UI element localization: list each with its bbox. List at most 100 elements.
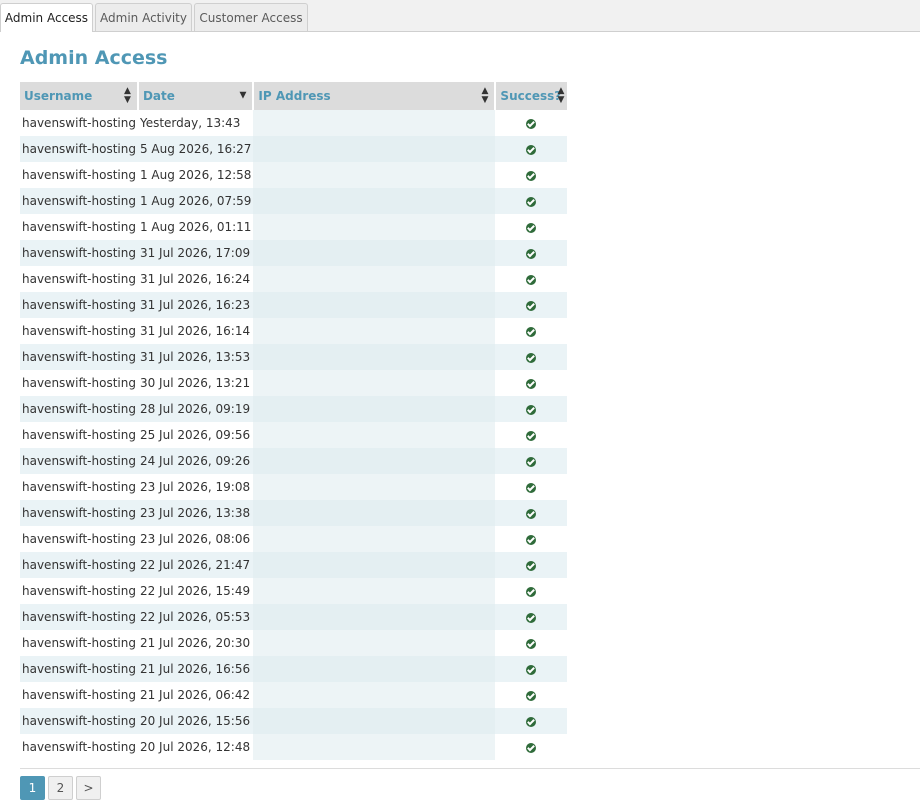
column-header-username[interactable]: Username ▲ ▼ [20, 82, 138, 110]
check-circle-icon [526, 716, 537, 727]
username-cell: havenswift-hosting [20, 448, 138, 474]
check-circle-icon [526, 586, 537, 597]
ip-address-cell-redacted [253, 474, 496, 500]
ip-address-cell-redacted [253, 526, 496, 552]
tab-customer-access[interactable]: Customer Access [194, 3, 308, 31]
ip-address-cell-redacted [253, 344, 496, 370]
username-cell: havenswift-hosting [20, 136, 138, 162]
tab-bar: Admin Access Admin Activity Customer Acc… [0, 0, 920, 32]
date-cell: 22 Jul 2026, 05:53 [137, 604, 254, 630]
username-cell: havenswift-hosting [20, 240, 138, 266]
username-cell: havenswift-hosting [22, 168, 136, 182]
username-cell: havenswift-hosting [22, 376, 136, 390]
success-cell [495, 682, 567, 708]
pagination: 1 2 > [20, 776, 101, 800]
username-cell: havenswift-hosting [20, 396, 138, 422]
ip-address-cell-redacted [253, 578, 496, 604]
date-cell: 25 Jul 2026, 09:56 [139, 428, 251, 442]
username-cell: havenswift-hosting [22, 480, 136, 494]
username-cell: havenswift-hosting [20, 604, 138, 630]
success-cell [495, 292, 568, 318]
username-cell: havenswift-hosting [20, 500, 138, 526]
check-circle-icon [526, 560, 537, 571]
username-cell: havenswift-hosting [20, 552, 138, 578]
ip-address-cell-redacted [253, 110, 496, 136]
check-circle-icon [526, 196, 537, 207]
success-cell [495, 526, 567, 552]
table-row: havenswift-hosting 21 Jul 2026, 16:56 [20, 656, 568, 682]
ip-address-cell-redacted [253, 396, 496, 422]
table-row: havenswift-hosting 22 Jul 2026, 05:53 [20, 604, 568, 630]
check-circle-icon [526, 300, 537, 311]
check-circle-icon [526, 144, 537, 155]
sort-icon: ▲ ▼ [481, 86, 489, 105]
column-header-success[interactable]: Success? ▲ ▼ [494, 82, 568, 110]
table-row: havenswift-hosting 23 Jul 2026, 19:08 [20, 474, 567, 500]
date-cell: 20 Jul 2026, 12:48 [139, 740, 251, 754]
check-circle-icon [526, 508, 537, 519]
column-header-label: Success? [500, 89, 562, 103]
date-cell: 31 Jul 2026, 13:53 [137, 344, 254, 370]
ip-address-cell-redacted [253, 500, 496, 526]
tab-label: Customer Access [199, 10, 303, 25]
column-header-date[interactable]: Date ▼ [136, 82, 254, 110]
sort-desc-icon: ▼ [239, 90, 247, 101]
table-row: havenswift-hosting 23 Jul 2026, 13:38 [20, 500, 568, 526]
check-circle-icon [526, 430, 537, 441]
table-row: havenswift-hosting 20 Jul 2026, 12:48 [20, 734, 567, 760]
table-header-row: Username ▲ ▼ Date ▼ IP Address ▲ ▼ Success… [20, 82, 568, 110]
date-cell: 1 Aug 2026, 12:58 [139, 168, 252, 182]
table-row: havenswift-hosting 31 Jul 2026, 16:14 [20, 318, 567, 344]
table-row: havenswift-hosting 22 Jul 2026, 15:49 [20, 578, 567, 604]
username-cell: havenswift-hosting [22, 636, 136, 650]
check-circle-icon [526, 352, 537, 363]
username-cell: havenswift-hosting [22, 428, 136, 442]
tab-admin-activity[interactable]: Admin Activity [95, 3, 192, 31]
username-cell: havenswift-hosting [20, 344, 138, 370]
success-cell [495, 474, 567, 500]
page-button-1[interactable]: 1 [20, 776, 45, 800]
date-cell: 23 Jul 2026, 08:06 [139, 532, 251, 546]
table-row: havenswift-hosting 1 Aug 2026, 07:59 [20, 188, 568, 214]
success-cell [495, 162, 567, 188]
date-cell: 28 Jul 2026, 09:19 [137, 396, 254, 422]
date-cell: 22 Jul 2026, 15:49 [139, 584, 251, 598]
username-cell: havenswift-hosting [22, 688, 136, 702]
success-cell [495, 344, 568, 370]
column-header-label: IP Address [258, 89, 331, 103]
ip-address-cell-redacted [253, 734, 496, 760]
check-circle-icon [526, 378, 537, 389]
table-row: havenswift-hosting 21 Jul 2026, 20:30 [20, 630, 567, 656]
check-circle-icon [526, 404, 537, 415]
username-cell: havenswift-hosting [22, 272, 136, 286]
page-button-2[interactable]: 2 [48, 776, 73, 800]
ip-address-cell-redacted [253, 292, 496, 318]
success-cell [495, 500, 568, 526]
ip-address-cell-redacted [253, 448, 496, 474]
check-circle-icon [526, 118, 537, 129]
date-cell: 20 Jul 2026, 15:56 [137, 708, 254, 734]
ip-address-cell-redacted [253, 136, 496, 162]
ip-address-cell-redacted [253, 162, 496, 188]
table-row: havenswift-hosting 31 Jul 2026, 16:24 [20, 266, 567, 292]
success-cell [495, 240, 568, 266]
check-circle-icon [526, 248, 537, 259]
check-circle-icon [526, 664, 537, 675]
success-cell [495, 214, 567, 240]
column-header-label: Date [142, 89, 175, 103]
username-cell: havenswift-hosting [20, 656, 138, 682]
username-cell: havenswift-hosting [20, 188, 138, 214]
column-header-label: Username [24, 89, 93, 103]
column-header-ip-address[interactable]: IP Address ▲ ▼ [252, 82, 496, 110]
ip-address-cell-redacted [253, 266, 496, 292]
table-row: havenswift-hosting 20 Jul 2026, 15:56 [20, 708, 568, 734]
check-circle-icon [526, 170, 537, 181]
success-cell [495, 448, 568, 474]
success-cell [495, 656, 568, 682]
tab-admin-access[interactable]: Admin Access [0, 3, 93, 32]
success-cell [495, 188, 568, 214]
check-circle-icon [526, 482, 537, 493]
next-page-button[interactable]: > [76, 776, 101, 800]
ip-address-cell-redacted [253, 630, 496, 656]
table-row: havenswift-hosting 31 Jul 2026, 13:53 [20, 344, 568, 370]
